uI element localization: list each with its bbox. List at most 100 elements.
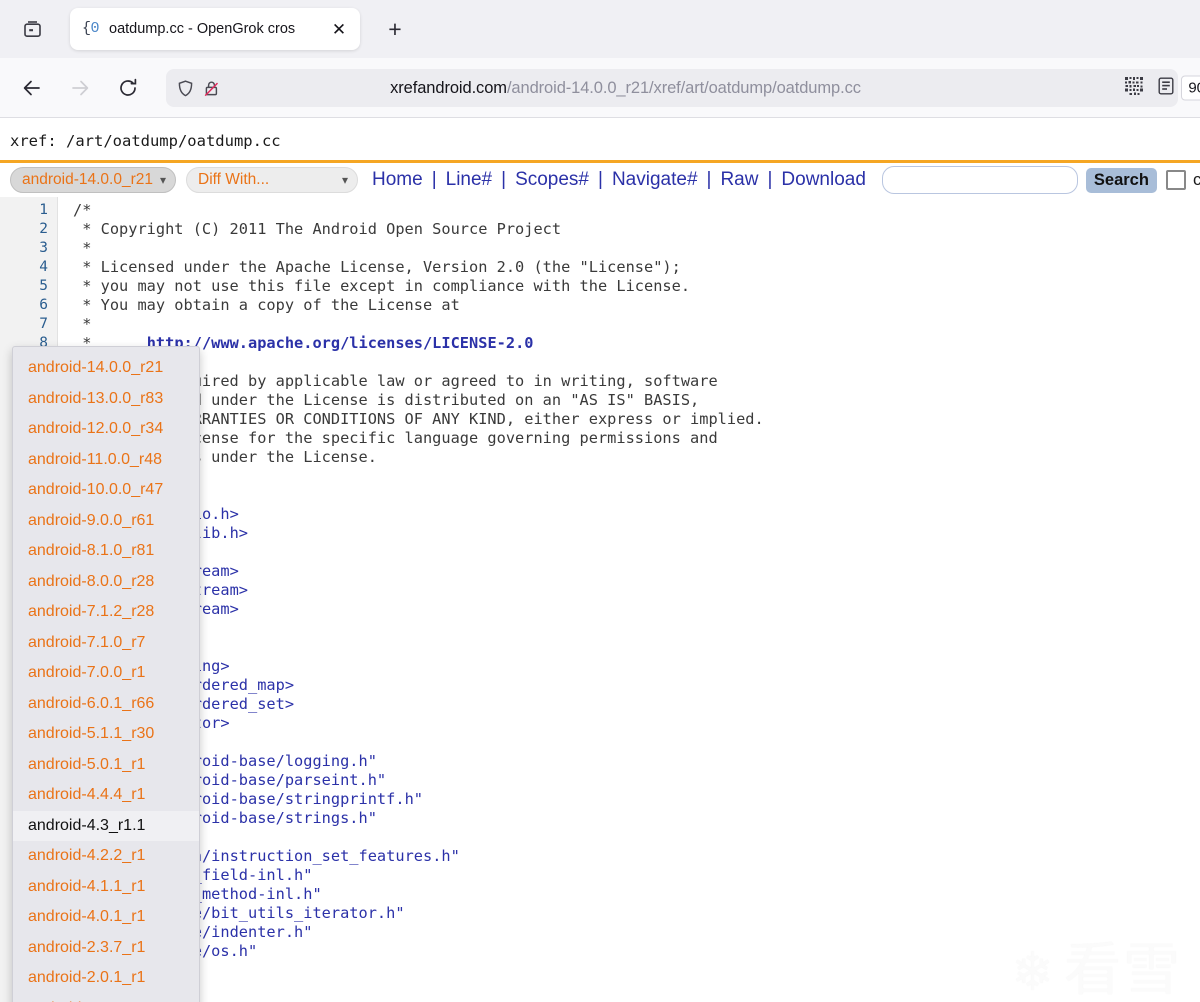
line-source: * distributed under the License is distr…: [73, 391, 700, 409]
dropdown-item[interactable]: android-5.0.1_r1: [13, 750, 199, 781]
dropdown-item[interactable]: android-4.0.1_r1: [13, 902, 199, 933]
search-button[interactable]: Search: [1085, 167, 1157, 193]
line-source: * limitations under the License.: [73, 448, 377, 466]
dropdown-item[interactable]: android-2.0.1_r1: [13, 963, 199, 994]
link-line-numbers[interactable]: Line#: [446, 169, 493, 191]
code-line: 7 *: [0, 315, 1200, 334]
tab-strip: {0 oatdump.cc - OpenGrok cros ✕ +: [0, 0, 1200, 58]
line-number[interactable]: 6: [0, 296, 57, 315]
lock-broken-icon[interactable]: [202, 79, 221, 98]
dropdown-item[interactable]: android-7.1.0_r7: [13, 628, 199, 659]
line-source: #include <sstream>: [57, 600, 1200, 619]
reload-icon[interactable]: [108, 68, 148, 108]
shield-icon[interactable]: [176, 79, 195, 98]
link-navigate[interactable]: Navigate#: [612, 169, 698, 191]
project-dropdown-list[interactable]: android-14.0.0_r21 android-13.0.0_r83 andr…: [12, 346, 200, 1002]
line-source: *: [73, 315, 92, 333]
line-source: #include "art_method-inl.h": [73, 885, 322, 903]
dropdown-item[interactable]: android-14.0.0_r21: [13, 353, 199, 384]
dropdown-item[interactable]: android-4.1.1_r1: [13, 872, 199, 903]
line-source: * http://www.apache.org/licenses/LICENSE…: [73, 334, 534, 352]
line-source: [57, 543, 1200, 562]
toolbar-separator: |: [767, 169, 773, 190]
line-number[interactable]: 1: [0, 201, 57, 220]
url-text: xrefandroid.com/android-14.0.0_r21/xref/…: [233, 79, 1018, 98]
line-source: #include <iostream>: [73, 581, 249, 599]
line-source: #include "base/bit_utils_iterator.h": [73, 904, 405, 922]
dropdown-item[interactable]: android-9.0.0_r61: [13, 506, 199, 537]
line-number[interactable]: 4: [0, 258, 57, 277]
browser-tab[interactable]: {0 oatdump.cc - OpenGrok cros ✕: [70, 8, 360, 50]
toolbar-separator: |: [706, 169, 712, 190]
line-source: /*: [73, 201, 92, 219]
dropdown-item[interactable]: android-4.4.4_r1: [13, 780, 199, 811]
link-download[interactable]: Download: [781, 169, 866, 191]
dropdown-item[interactable]: android-7.1.2_r28: [13, 597, 199, 628]
project-select[interactable]: android-14.0.0_r21 ▾: [10, 167, 176, 193]
line-number[interactable]: 7: [0, 315, 57, 334]
chevron-down-icon: ▾: [159, 173, 166, 187]
new-tab-button[interactable]: +: [378, 12, 412, 46]
line-source: #include <string>: [57, 657, 1200, 676]
current-dir-label: cu: [1192, 170, 1200, 189]
back-arrow-icon[interactable]: [12, 68, 52, 108]
address-bar[interactable]: xrefandroid.com/android-14.0.0_r21/xref/…: [166, 69, 1200, 107]
line-source: #include "android-base/strings.h": [73, 809, 377, 827]
zoom-level-badge[interactable]: 90: [1181, 75, 1200, 101]
toolbar-separator: |: [598, 169, 603, 190]
current-dir-checkbox[interactable]: [1165, 170, 1186, 190]
line-source: [57, 486, 1200, 505]
dropdown-item[interactable]: android-10.0.0_r47: [13, 475, 199, 506]
line-source: [57, 638, 1200, 657]
search-input[interactable]: [881, 166, 1078, 194]
dropdown-item[interactable]: android-8.1.0_r81: [13, 536, 199, 567]
browser-window: {0 oatdump.cc - OpenGrok cros ✕ + xrefan…: [0, 0, 1200, 1002]
line-source: *: [57, 353, 1200, 372]
line-source: * Unless required by applicable law or a…: [73, 372, 718, 390]
url-path: /android-14.0.0_r21/xref/art/oatdump/oat…: [506, 78, 861, 97]
tab-list-icon[interactable]: [10, 9, 54, 49]
line-source: #include "base/os.h": [73, 942, 258, 960]
link-scopes[interactable]: Scopes#: [515, 169, 589, 191]
dropdown-item[interactable]: android-1.6_r1.2: [13, 994, 199, 1002]
line-source: */: [57, 467, 1200, 486]
line-source: #include <unordered_map>: [73, 676, 295, 694]
link-raw[interactable]: Raw: [720, 169, 758, 191]
browser-chrome: {0 oatdump.cc - OpenGrok cros ✕ +: [0, 0, 1200, 58]
line-source: #include "base/indenter.h": [73, 923, 313, 941]
dropdown-item[interactable]: android-6.0.1_r66: [13, 689, 199, 720]
xref-breadcrumb: xref: /art/oatdump/oatdump.cc: [10, 132, 281, 150]
reader-mode-icon[interactable]: [1156, 76, 1176, 101]
line-number[interactable]: 5: [0, 277, 57, 296]
code-line: 5 * you may not use this file except in …: [0, 277, 1200, 296]
dropdown-item[interactable]: android-4.3_r1.1: [13, 810, 199, 841]
dropdown-item[interactable]: android-8.0.0_r28: [13, 567, 199, 598]
dropdown-item[interactable]: android-13.0.0_r83: [13, 384, 199, 415]
toolbar-separator: |: [431, 169, 437, 190]
line-source: * You may obtain a copy of the License a…: [73, 296, 460, 314]
diff-select[interactable]: Diff With... ▾: [186, 167, 358, 193]
opengrok-favicon: {0: [82, 20, 100, 37]
dropdown-item[interactable]: android-5.1.1_r30: [13, 719, 199, 750]
link-home[interactable]: Home: [372, 169, 423, 191]
dropdown-item[interactable]: android-12.0.0_r34: [13, 414, 199, 445]
line-source: #include "android-base/stringprintf.h": [73, 790, 423, 808]
line-source: [57, 828, 1200, 847]
line-number[interactable]: 3: [0, 239, 57, 258]
diff-select-value: Diff With...: [198, 171, 270, 188]
code-line: 2 * Copyright (C) 2011 The Android Open …: [0, 220, 1200, 239]
line-source: #include "android-base/parseint.h": [73, 771, 387, 789]
line-number[interactable]: 2: [0, 220, 57, 239]
qr-code-icon[interactable]: [1124, 76, 1144, 101]
line-source: * Licensed under the Apache License, Ver…: [73, 258, 681, 276]
line-source: * WITHOUT WARRANTIES OR CONDITIONS OF AN…: [73, 410, 764, 428]
dropdown-item[interactable]: android-7.0.0_r1: [13, 658, 199, 689]
dropdown-item[interactable]: android-11.0.0_r48: [13, 445, 199, 476]
dropdown-item[interactable]: android-4.2.2_r1: [13, 841, 199, 872]
close-icon[interactable]: ✕: [326, 16, 352, 42]
chevron-down-icon: ▾: [341, 173, 348, 187]
dropdown-item[interactable]: android-2.3.7_r1: [13, 933, 199, 964]
opengrok-toolbar: android-14.0.0_r21 ▾ Diff With... ▾ Home…: [0, 160, 1200, 197]
line-source: #include <fstream>: [57, 562, 1200, 581]
line-source: #include <stdlib.h>: [73, 524, 249, 542]
